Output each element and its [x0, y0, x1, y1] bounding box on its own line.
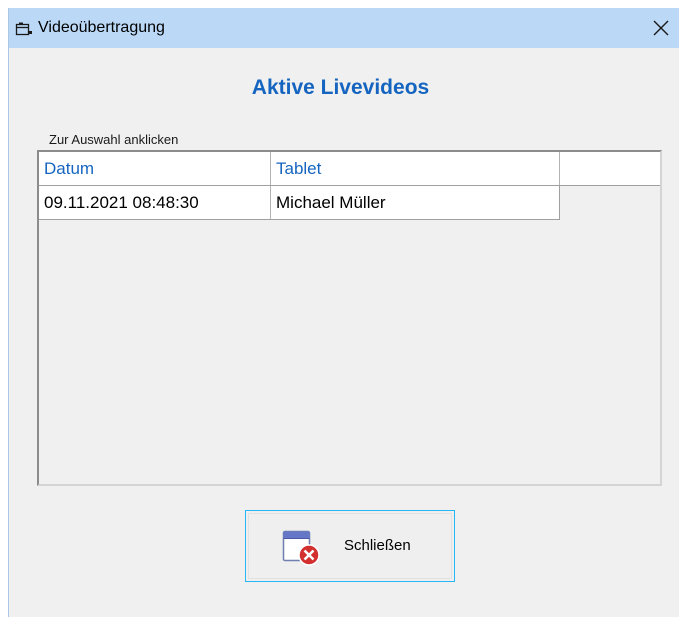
cell-datum: 09.11.2021 08:48:30 — [39, 186, 271, 219]
livevideo-table: Datum Tablet 09.11.2021 08:48:30 Michael… — [37, 150, 662, 486]
close-button-label: Schließen — [344, 537, 411, 554]
column-header-tablet[interactable]: Tablet — [271, 152, 560, 185]
window-close-button[interactable] — [641, 8, 679, 48]
close-icon — [653, 20, 668, 36]
page-title: Aktive Livevideos — [251, 76, 430, 99]
close-button[interactable]: Schließen — [245, 510, 455, 582]
column-header-datum[interactable]: Datum — [39, 152, 271, 185]
table-row[interactable]: 09.11.2021 08:48:30 Michael Müller — [39, 186, 560, 220]
table-header: Datum Tablet — [39, 152, 660, 186]
selection-hint: Zur Auswahl anklicken — [49, 132, 179, 147]
title-bar: Videoübertragung — [9, 8, 679, 48]
window-title: Videoübertragung — [38, 19, 165, 36]
cell-tablet: Michael Müller — [276, 193, 386, 212]
window-icon — [15, 22, 32, 36]
window-close-icon — [282, 530, 320, 566]
dialog-window: Videoübertragung Aktive Livevideos Zur A… — [8, 8, 679, 617]
